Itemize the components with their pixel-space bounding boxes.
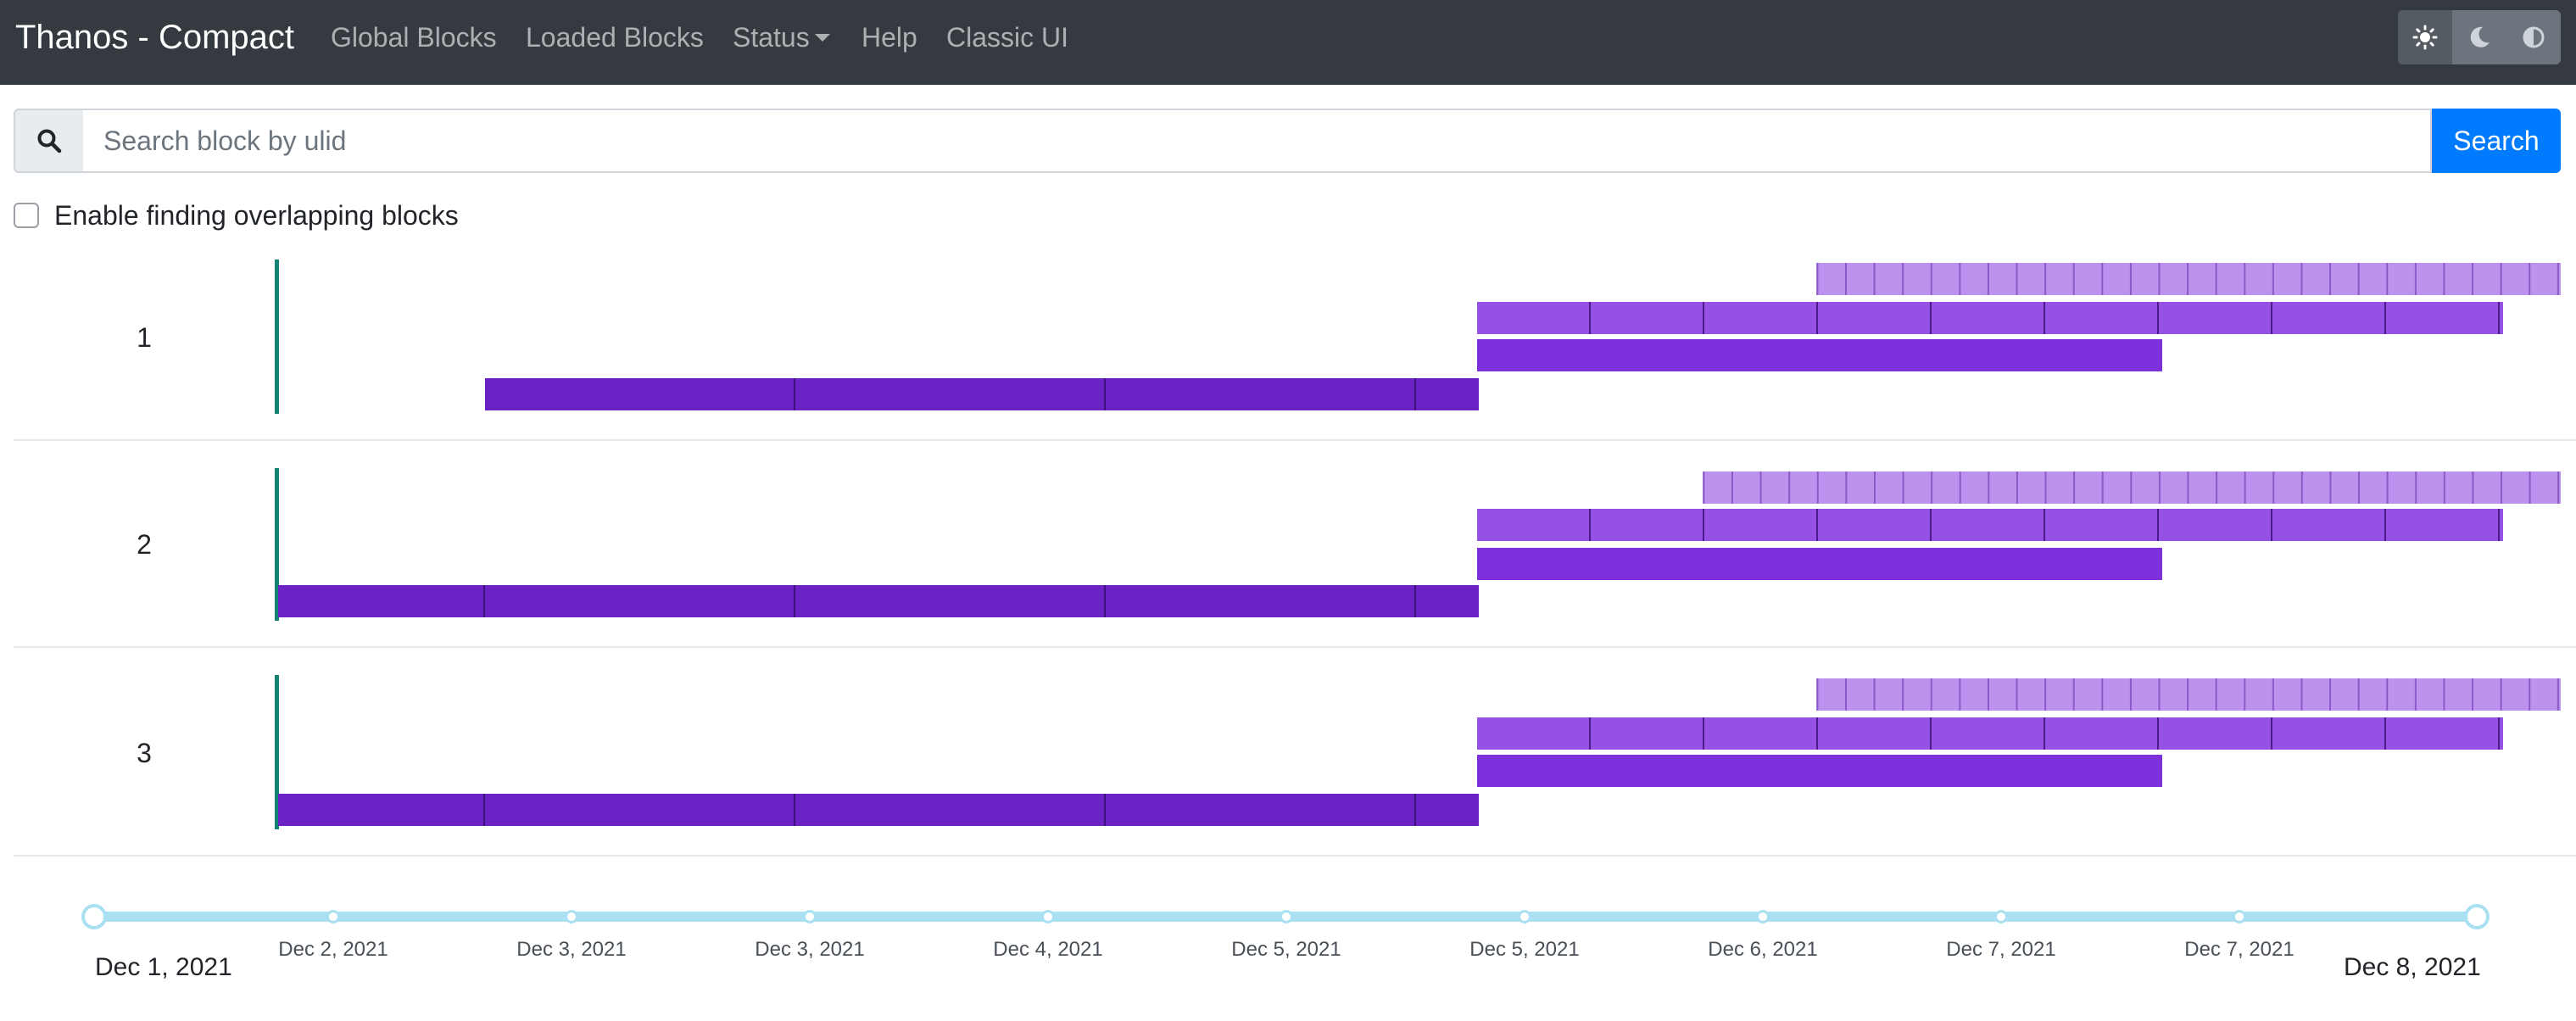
row-label-1: 1 xyxy=(137,322,152,353)
sun-icon xyxy=(2412,25,2438,50)
nav-global-blocks[interactable]: Global Blocks xyxy=(331,20,497,54)
block-level-4[interactable] xyxy=(1816,678,2561,711)
timeline-end-label: Dec 8, 2021 xyxy=(2344,953,2481,981)
timeline-end-handle[interactable] xyxy=(2464,904,2490,929)
block-level-3[interactable] xyxy=(1477,509,2503,541)
search-button[interactable]: Search xyxy=(2432,109,2561,173)
nav-loaded-blocks[interactable]: Loaded Blocks xyxy=(526,20,704,54)
timeline-tick xyxy=(803,910,817,923)
timeline-tick xyxy=(2233,910,2246,923)
nav-classic-ui[interactable]: Classic UI xyxy=(946,20,1068,54)
chevron-down-icon xyxy=(814,34,830,42)
block-level-1[interactable] xyxy=(485,378,1479,410)
navbar: Thanos - Compact Global Blocks Loaded Bl… xyxy=(0,0,2576,85)
nav-status-dropdown[interactable]: Status xyxy=(733,20,830,54)
block-level-2[interactable] xyxy=(1477,755,2162,787)
timeline-tick-label: Dec 6, 2021 xyxy=(1708,938,1818,961)
timeline-tick-label: Dec 4, 2021 xyxy=(993,938,1103,961)
overlap-checkbox-label[interactable]: Enable finding overlapping blocks xyxy=(54,200,459,232)
theme-auto-button[interactable] xyxy=(2506,10,2561,64)
timeline-tick-label: Dec 2, 2021 xyxy=(278,938,388,961)
timeline-tick xyxy=(1756,910,1770,923)
search-input[interactable] xyxy=(83,109,2432,173)
overlap-option: Enable finding overlapping blocks xyxy=(14,198,459,232)
timeline-tick xyxy=(1280,910,1293,923)
timeline-tick-label: Dec 5, 2021 xyxy=(1231,938,1341,961)
block-level-4[interactable] xyxy=(1703,471,2561,504)
timeline-tick xyxy=(565,910,578,923)
row-label-2: 2 xyxy=(137,529,152,560)
block-level-3[interactable] xyxy=(1477,302,2503,334)
block-level-4[interactable] xyxy=(1816,263,2561,295)
row-divider xyxy=(14,439,2576,441)
row-divider xyxy=(14,855,2576,856)
nav-status-label: Status xyxy=(733,22,810,53)
timeline-tick xyxy=(326,910,340,923)
block-level-3[interactable] xyxy=(1477,717,2503,750)
search-icon xyxy=(37,129,62,153)
contrast-icon xyxy=(2523,26,2545,48)
timeline-tick xyxy=(1994,910,2008,923)
block-level-2[interactable] xyxy=(1477,339,2162,371)
moon-icon xyxy=(2470,26,2490,47)
overlap-checkbox[interactable] xyxy=(14,203,39,228)
timeline-tick-label: Dec 3, 2021 xyxy=(755,938,865,961)
timeline-tick-label: Dec 5, 2021 xyxy=(1469,938,1580,961)
theme-dark-button[interactable] xyxy=(2452,10,2506,64)
block-level-1[interactable] xyxy=(278,794,1479,826)
timeline-tick xyxy=(1518,910,1531,923)
row-divider xyxy=(14,646,2576,648)
row-axis-1 xyxy=(275,259,279,414)
timeline-tick-label: Dec 3, 2021 xyxy=(516,938,627,961)
row-label-3: 3 xyxy=(137,738,152,768)
theme-light-button[interactable] xyxy=(2398,10,2452,64)
brand-title[interactable]: Thanos - Compact xyxy=(15,15,294,59)
timeline-tick xyxy=(1041,910,1055,923)
theme-toggle-group xyxy=(2398,10,2561,64)
timeline-tick-label: Dec 7, 2021 xyxy=(1946,938,2056,961)
nav-help[interactable]: Help xyxy=(861,20,917,54)
timeline-start-label: Dec 1, 2021 xyxy=(95,953,232,981)
timeline-tick-label: Dec 7, 2021 xyxy=(2184,938,2294,961)
search-group: Search xyxy=(14,109,2561,173)
block-level-1[interactable] xyxy=(278,585,1479,617)
block-level-2[interactable] xyxy=(1477,548,2162,580)
search-prepend xyxy=(14,109,85,173)
timeline-start-handle[interactable] xyxy=(81,904,107,929)
